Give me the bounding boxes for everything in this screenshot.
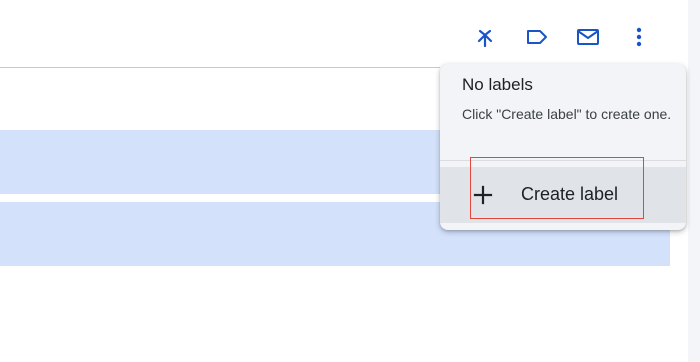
label-button[interactable]: [522, 22, 552, 52]
merge-icon: [477, 29, 493, 48]
toolbar-divider: [0, 67, 440, 68]
more-vert-icon: [636, 27, 642, 47]
merge-button[interactable]: [470, 22, 500, 52]
mail-icon: [577, 29, 599, 45]
label-icon: [527, 30, 547, 44]
highlight-box: [470, 157, 644, 219]
mail-button[interactable]: [573, 22, 603, 52]
menu-description: Click "Create label" to create one.: [462, 106, 672, 122]
menu-title: No labels: [462, 75, 533, 94]
more-options-button[interactable]: [624, 22, 654, 52]
page-edge: [688, 0, 700, 362]
